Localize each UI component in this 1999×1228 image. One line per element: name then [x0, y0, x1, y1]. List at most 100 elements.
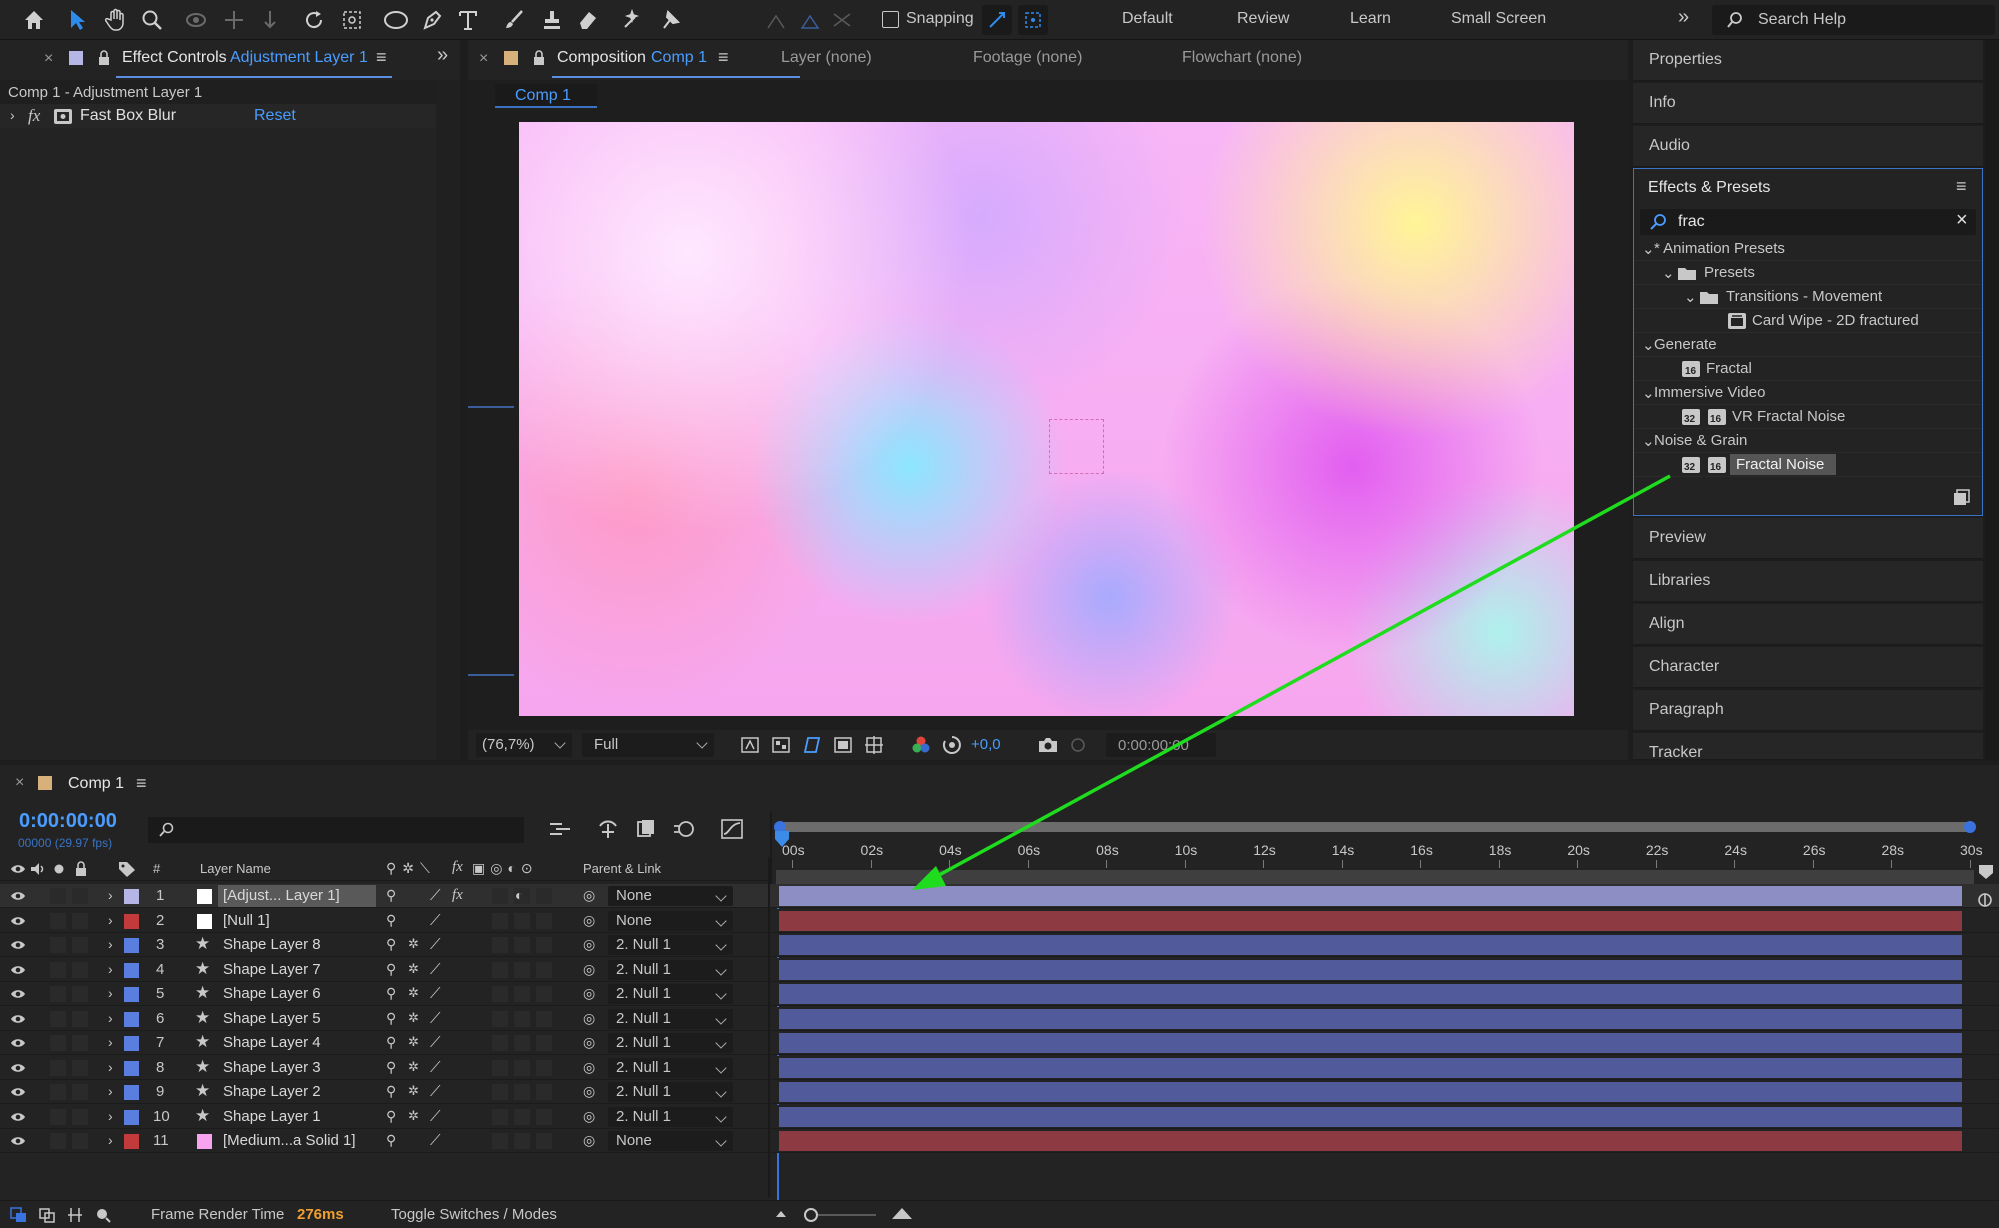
- pickwhip-icon[interactable]: ◎: [583, 1034, 595, 1051]
- switch-cell[interactable]: [536, 961, 552, 978]
- quality-switch-icon[interactable]: ⟋: [430, 936, 441, 953]
- collapse-switch-icon[interactable]: ✲: [408, 961, 419, 977]
- solo-switch[interactable]: [50, 1059, 66, 1076]
- expand-chevron-icon[interactable]: ›: [108, 936, 113, 952]
- shy-switch-icon[interactable]: ⚲: [386, 936, 396, 953]
- zoom-slider-thumb[interactable]: [804, 1208, 818, 1222]
- effect-row[interactable]: › fx Fast Box Blur Reset: [0, 104, 436, 128]
- brush-tool-icon[interactable]: [498, 4, 530, 36]
- comp-marker-bin-icon[interactable]: [1977, 863, 1995, 881]
- parent-dropdown[interactable]: 2. Null 1: [608, 1082, 733, 1102]
- expand-down-chevron-icon[interactable]: ⌄: [1662, 264, 1675, 282]
- effect-controls-tab-target[interactable]: Adjustment Layer 1: [230, 49, 368, 67]
- parent-dropdown[interactable]: None: [608, 1131, 733, 1151]
- adjustment-layer-icon[interactable]: ◐: [515, 887, 523, 903]
- close-tab-icon[interactable]: ×: [44, 50, 53, 68]
- switch-cell[interactable]: [536, 1035, 552, 1051]
- grid-guides-icon[interactable]: [864, 735, 884, 755]
- eye-icon[interactable]: [10, 939, 26, 951]
- layer-label-color[interactable]: [124, 1036, 139, 1051]
- parent-dropdown[interactable]: 2. Null 1: [608, 1106, 733, 1127]
- workspace-default[interactable]: Default: [1122, 10, 1173, 28]
- panel-menu-icon[interactable]: ≡: [1956, 176, 1967, 197]
- switch-cell[interactable]: [492, 937, 508, 953]
- shy-switch-icon[interactable]: ⚲: [386, 1059, 396, 1076]
- expand-chevron-icon[interactable]: ›: [10, 107, 15, 123]
- close-tab-icon[interactable]: ×: [15, 774, 24, 792]
- roto-brush-tool-icon[interactable]: [616, 4, 648, 36]
- quality-switch-icon[interactable]: ⟋: [430, 985, 441, 1002]
- switch-cell[interactable]: [514, 1133, 530, 1149]
- solo-switch[interactable]: [50, 1133, 66, 1149]
- eye-icon[interactable]: [10, 1111, 26, 1123]
- transparency-grid-icon[interactable]: [771, 735, 791, 755]
- eye-icon[interactable]: [10, 988, 26, 1000]
- snap-grid-icon[interactable]: [1018, 5, 1048, 35]
- switch-cell[interactable]: [536, 1108, 552, 1125]
- rotation-tool-icon[interactable]: [298, 4, 330, 36]
- work-area-navigator[interactable]: [776, 822, 1974, 832]
- home-icon[interactable]: [18, 4, 50, 36]
- layer-label-color[interactable]: [124, 1011, 139, 1027]
- pickwhip-icon[interactable]: ◎: [583, 912, 595, 929]
- lock-switch[interactable]: [72, 912, 88, 929]
- tree-animation-presets[interactable]: ⌄ * Animation Presets: [1634, 237, 1982, 261]
- pickwhip-icon[interactable]: ◎: [583, 887, 595, 904]
- pickwhip-icon[interactable]: ◎: [583, 1108, 595, 1125]
- snap-points-icon[interactable]: [826, 4, 858, 36]
- effect-controls-scrollbar[interactable]: [436, 80, 460, 760]
- tree-presets[interactable]: ⌄ Presets: [1634, 261, 1982, 285]
- collapse-switch-icon[interactable]: ✲: [408, 1083, 419, 1099]
- lock-icon[interactable]: [74, 861, 88, 877]
- switch-cell[interactable]: [492, 1059, 508, 1076]
- eye-icon[interactable]: [10, 1037, 26, 1049]
- layer-label-color[interactable]: [124, 1109, 139, 1125]
- preview-panel-header[interactable]: Preview: [1633, 518, 1983, 559]
- orbit-camera-icon[interactable]: [180, 4, 212, 36]
- lock-switch[interactable]: [72, 1133, 88, 1149]
- layer-name[interactable]: Shape Layer 1: [223, 1108, 321, 1125]
- solo-switch[interactable]: [50, 1108, 66, 1125]
- zoom-in-icon[interactable]: [890, 1207, 914, 1221]
- shy-switch-icon[interactable]: ⚲: [386, 1132, 396, 1149]
- dolly-camera-icon[interactable]: [254, 4, 286, 36]
- info-panel-header[interactable]: Info: [1633, 83, 1983, 124]
- quality-switch-icon[interactable]: ⟋: [430, 1108, 441, 1125]
- eye-icon[interactable]: [10, 1135, 26, 1147]
- pickwhip-icon[interactable]: ◎: [583, 1083, 595, 1100]
- lock-switch[interactable]: [72, 961, 88, 978]
- zoom-out-icon[interactable]: [774, 1209, 788, 1219]
- audio-toggle-icon[interactable]: [30, 862, 46, 876]
- composition-tab-target[interactable]: Comp 1: [651, 49, 707, 67]
- solo-switch[interactable]: [50, 961, 66, 978]
- quality-switch-icon[interactable]: ⟋: [430, 1034, 441, 1051]
- pickwhip-icon[interactable]: ◎: [583, 961, 595, 978]
- eye-icon[interactable]: [10, 1013, 26, 1025]
- lock-switch[interactable]: [72, 1084, 88, 1100]
- parent-dropdown[interactable]: None: [608, 910, 733, 931]
- shy-switch-icon[interactable]: ⚲: [386, 1034, 396, 1051]
- align-panel-header[interactable]: Align: [1633, 604, 1983, 645]
- pickwhip-icon[interactable]: ◎: [583, 936, 595, 953]
- hand-tool-icon[interactable]: [100, 4, 132, 36]
- expand-down-chevron-icon[interactable]: ⌄: [1642, 240, 1655, 258]
- layer-label-color[interactable]: [124, 1060, 139, 1076]
- clear-search-icon[interactable]: ×: [1956, 209, 1968, 232]
- type-tool-icon[interactable]: [452, 4, 484, 36]
- render-time-icon[interactable]: [94, 1207, 112, 1223]
- eye-icon[interactable]: [10, 890, 26, 902]
- layer-row[interactable]: › 9 ★ Shape Layer 2 ⚲ ✲ ⟋ ◎ 2. Null 1: [0, 1080, 1999, 1104]
- snap-feature-icon[interactable]: [982, 5, 1012, 35]
- region-of-interest-icon[interactable]: [833, 735, 853, 755]
- switch-cell[interactable]: [492, 1133, 508, 1149]
- layer-label-color[interactable]: [124, 913, 139, 929]
- snapshot-camera-icon[interactable]: [1037, 735, 1059, 755]
- video-toggle-icon[interactable]: [10, 863, 26, 875]
- expand-chevron-icon[interactable]: ›: [108, 1059, 113, 1075]
- reset-link[interactable]: Reset: [254, 107, 296, 125]
- quality-switch-icon[interactable]: ⟋: [430, 1010, 441, 1027]
- layer-label-color[interactable]: [124, 938, 139, 953]
- expand-down-chevron-icon[interactable]: ⌄: [1642, 432, 1655, 450]
- effects-presets-title[interactable]: Effects & Presets: [1648, 179, 1770, 197]
- expand-chevron-icon[interactable]: ›: [108, 1132, 113, 1148]
